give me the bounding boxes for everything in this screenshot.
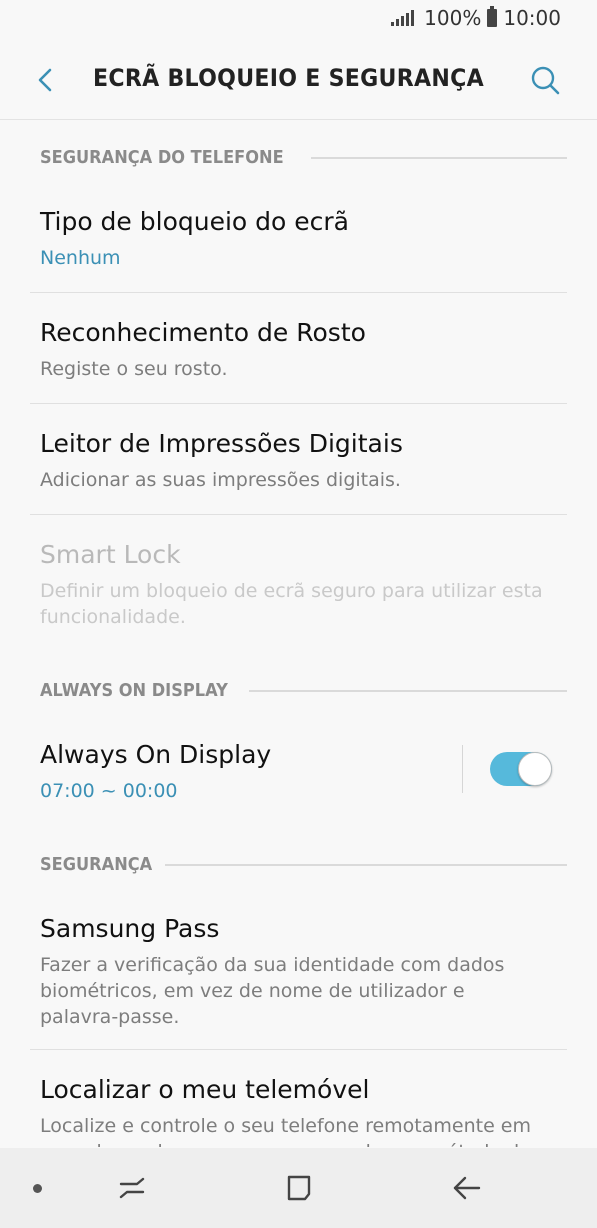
section-header-label: SEGURANÇA xyxy=(40,854,153,875)
item-title: Always On Display xyxy=(40,740,272,769)
toggle-knob xyxy=(518,752,552,786)
item-subtitle: Nenhum xyxy=(40,247,121,269)
settings-list[interactable]: SEGURANÇA DO TELEFONE Tipo de bloqueio d… xyxy=(0,121,597,1147)
item-title: Reconhecimento de Rosto xyxy=(40,318,366,347)
section-header-security: SEGURANÇA xyxy=(40,854,567,875)
item-subtitle-line1: Localize e controle o seu telefone remot… xyxy=(40,1115,531,1137)
home-icon[interactable] xyxy=(281,1170,317,1206)
status-bar: 100% 10:00 xyxy=(0,0,597,40)
signal-icon xyxy=(391,10,415,26)
section-divider xyxy=(164,863,567,866)
section-header-label: SEGURANÇA DO TELEFONE xyxy=(40,147,284,168)
divider xyxy=(30,514,567,515)
lock-screen-type-item[interactable]: Tipo de bloqueio do ecrã Nenhum xyxy=(30,193,567,293)
item-subtitle-line1: Definir um bloqueio de ecrã seguro para … xyxy=(40,580,543,602)
item-subtitle-line3: palavra-passe. xyxy=(40,1006,180,1028)
item-title: Smart Lock xyxy=(40,540,181,569)
item-title: Samsung Pass xyxy=(40,914,220,943)
divider xyxy=(30,292,567,293)
navigation-bar xyxy=(0,1148,597,1228)
find-my-mobile-item[interactable]: Localizar o meu telemóvel Localize e con… xyxy=(30,1061,567,1147)
back-icon[interactable] xyxy=(449,1170,485,1206)
page-title: ECRÃ BLOQUEIO E SEGURANÇA xyxy=(93,64,484,92)
item-subtitle-line2: biométricos, em vez de nome de utilizado… xyxy=(40,980,465,1002)
status-indicators: 100% 10:00 xyxy=(391,6,561,30)
item-subtitle-line1: Fazer a verificação da sua identidade co… xyxy=(40,954,505,976)
divider xyxy=(30,403,567,404)
item-subtitle-line2: funcionalidade. xyxy=(40,606,186,628)
always-on-display-item[interactable]: Always On Display 07:00 ~ 00:00 xyxy=(30,726,567,826)
battery-percentage: 100% xyxy=(424,6,482,30)
samsung-pass-item[interactable]: Samsung Pass Fazer a verificação da sua … xyxy=(30,900,567,1050)
item-subtitle: Registe o seu rosto. xyxy=(40,358,228,380)
item-subtitle: Adicionar as suas impressões digitais. xyxy=(40,469,401,491)
item-title: Leitor de Impressões Digitais xyxy=(40,429,403,458)
toggle-separator xyxy=(462,745,463,793)
search-icon[interactable] xyxy=(527,62,563,98)
smart-lock-item: Smart Lock Definir um bloqueio de ecrã s… xyxy=(30,526,567,646)
back-arrow-icon[interactable] xyxy=(30,62,66,98)
always-on-display-toggle[interactable] xyxy=(490,752,552,786)
item-title: Tipo de bloqueio do ecrã xyxy=(40,207,349,236)
item-title: Localizar o meu telemóvel xyxy=(40,1075,370,1104)
recent-apps-icon[interactable] xyxy=(114,1170,150,1206)
section-divider xyxy=(310,156,567,159)
section-header-phone-security: SEGURANÇA DO TELEFONE xyxy=(40,147,567,168)
battery-icon xyxy=(487,6,498,27)
divider xyxy=(30,1049,567,1050)
face-recognition-item[interactable]: Reconhecimento de Rosto Registe o seu ro… xyxy=(30,304,567,404)
app-bar: ECRÃ BLOQUEIO E SEGURANÇA xyxy=(0,40,597,120)
section-header-always-on-display: ALWAYS ON DISPLAY xyxy=(40,680,567,701)
item-subtitle-line2: caso de perda ou se se esquecer do seu m… xyxy=(40,1139,531,1147)
section-header-label: ALWAYS ON DISPLAY xyxy=(40,680,228,701)
nav-dot-icon xyxy=(33,1184,42,1193)
clock: 10:00 xyxy=(503,6,561,30)
item-subtitle: 07:00 ~ 00:00 xyxy=(40,780,178,802)
section-divider xyxy=(248,689,567,692)
fingerprint-reader-item[interactable]: Leitor de Impressões Digitais Adicionar … xyxy=(30,415,567,515)
